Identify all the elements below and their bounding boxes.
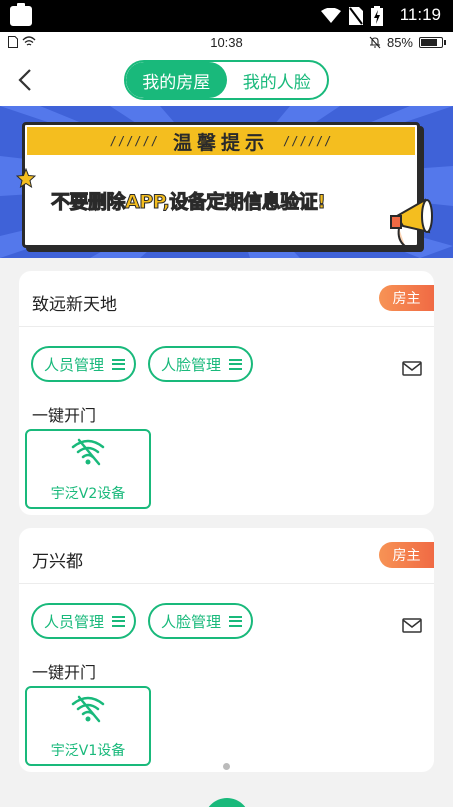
face-manage-button[interactable]: 人脸管理 (148, 603, 254, 639)
notice-slashes-right: ////// (283, 134, 333, 148)
divider (19, 326, 434, 327)
system-status-bar: 11:19 (0, 0, 453, 32)
one-key-open-label: 一键开门 (32, 406, 97, 425)
tab-my-face[interactable]: 我的人脸 (227, 62, 328, 98)
house-name: 致远新天地 (32, 295, 117, 315)
notice-banner: ////// 温馨提示 ////// 不要删除APP,设备定期信息验证! (0, 106, 453, 258)
clipboard-icon (10, 3, 32, 26)
notice-slashes-left: ////// (109, 134, 159, 148)
menu-lines-icon (229, 358, 243, 370)
mute-bell-icon (369, 36, 381, 49)
wifi-off-icon (71, 695, 105, 723)
device-button[interactable]: 宇泛V2设备 (25, 429, 151, 509)
house-card: 万兴都 房主 人员管理 人脸管理 一键开门 宇泛V1设备 (19, 528, 434, 772)
tab-my-house[interactable]: 我的房屋 (126, 62, 227, 98)
one-key-open-label: 一键开门 (32, 663, 97, 682)
device-status-bar: 10:38 85% (0, 32, 453, 54)
role-badge: 房主 (379, 542, 434, 568)
device-button[interactable]: 宇泛V1设备 (25, 686, 151, 766)
member-manage-label: 人员管理 (44, 355, 105, 374)
back-arrow-icon[interactable] (14, 64, 42, 96)
wifi-signal-icon (321, 8, 341, 23)
no-sim-icon (349, 7, 363, 25)
house-card: 致远新天地 房主 人员管理 人脸管理 一键开门 宇泛V2设备 (19, 271, 434, 515)
battery-charging-icon (371, 6, 383, 26)
notice-header: ////// 温馨提示 ////// (27, 127, 415, 155)
notice-message: 不要删除APP,设备定期信息验证! (50, 191, 326, 214)
system-clock: 11:19 (399, 5, 441, 24)
house-name: 万兴都 (32, 552, 83, 572)
menu-lines-icon (112, 358, 126, 370)
floating-action-button[interactable] (204, 798, 250, 807)
mail-icon[interactable] (402, 361, 422, 376)
page-header: 我的房屋 我的人脸 (0, 54, 453, 106)
device-name: 宇泛V2设备 (50, 486, 126, 502)
face-manage-label: 人脸管理 (161, 355, 222, 374)
menu-lines-icon (112, 615, 126, 627)
battery-level-fill (421, 39, 437, 46)
menu-lines-icon (229, 615, 243, 627)
face-manage-label: 人脸管理 (161, 612, 222, 631)
notice-title: 温馨提示 (172, 131, 269, 154)
role-badge: 房主 (379, 285, 434, 311)
mail-icon[interactable] (402, 618, 422, 633)
member-manage-button[interactable]: 人员管理 (31, 603, 137, 639)
device-name: 宇泛V1设备 (50, 743, 126, 759)
star-icon (16, 168, 36, 188)
face-manage-button[interactable]: 人脸管理 (148, 346, 254, 382)
member-manage-button[interactable]: 人员管理 (31, 346, 137, 382)
house-face-segment: 我的房屋 我的人脸 (124, 60, 329, 100)
scroll-indicator-dot (223, 763, 230, 770)
member-manage-label: 人员管理 (44, 612, 105, 631)
megaphone-icon (390, 198, 433, 247)
battery-icon (419, 37, 446, 48)
notice-box: ////// 温馨提示 ////// 不要删除APP,设备定期信息验证! (22, 122, 420, 248)
wifi-off-icon (71, 438, 105, 466)
divider (19, 583, 434, 584)
battery-percent: 85% (386, 35, 413, 50)
